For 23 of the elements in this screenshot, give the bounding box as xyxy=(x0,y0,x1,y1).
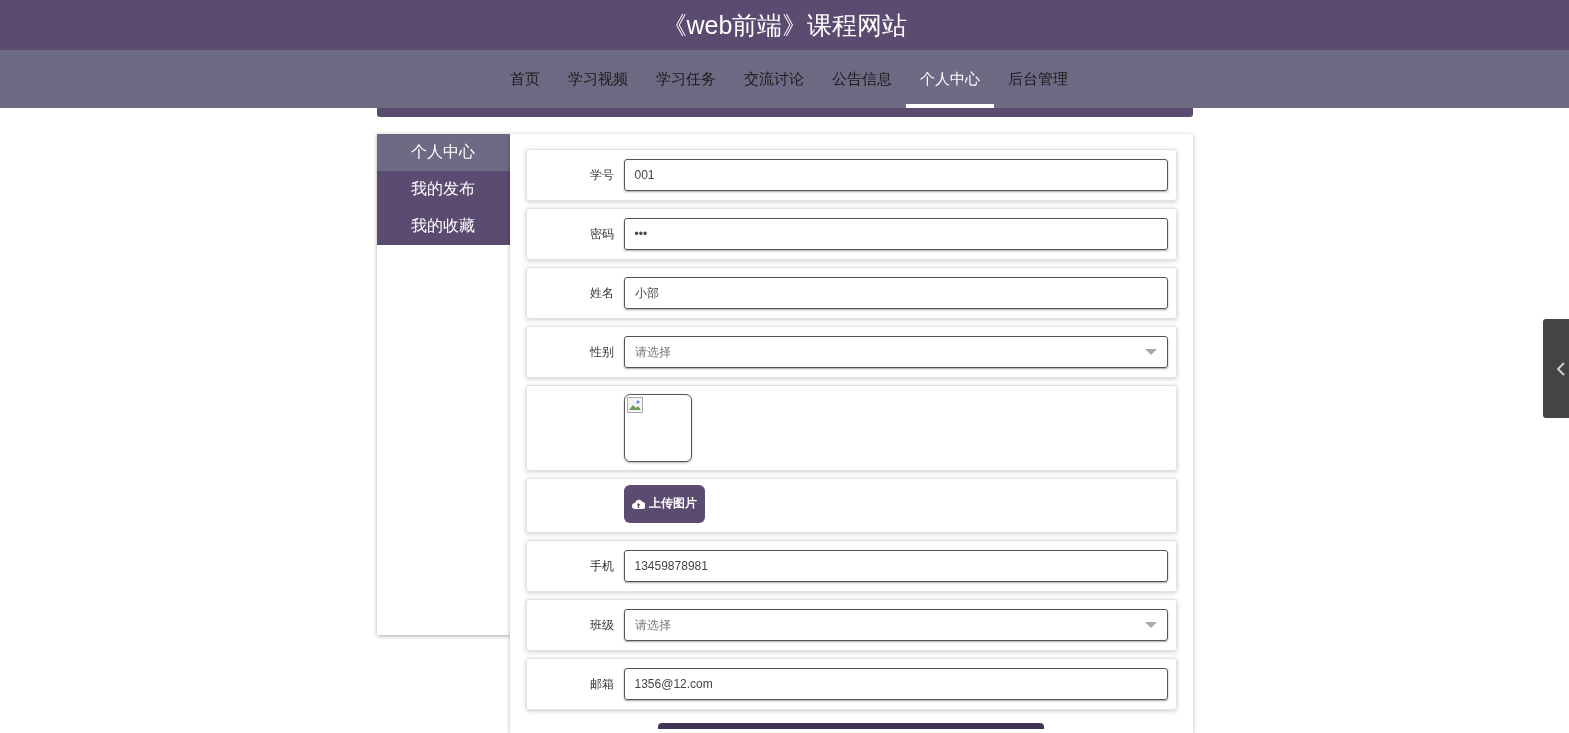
field-label: 密码 xyxy=(588,225,614,243)
nav-link[interactable]: 交流讨论 xyxy=(729,50,818,108)
field-label: 学号 xyxy=(588,166,614,184)
input-field[interactable]: 001 xyxy=(623,159,1168,191)
field-label: 姓名 xyxy=(588,284,614,302)
field-label: 性别 xyxy=(588,343,614,361)
field-label: 邮箱 xyxy=(588,675,614,693)
nav-link[interactable]: 后台管理 xyxy=(993,50,1082,108)
select-field[interactable]: 请选择 xyxy=(623,336,1168,368)
nav-link[interactable]: 学习视频 xyxy=(553,50,642,108)
nav-link[interactable]: 公告信息 xyxy=(817,50,906,108)
input-field[interactable]: 13459878981 xyxy=(623,550,1168,582)
field-label: 手机 xyxy=(588,557,614,575)
site-title: 《web前端》课程网站 xyxy=(661,9,908,41)
input-field[interactable]: 小部 xyxy=(623,277,1168,309)
nav-link[interactable]: 学习任务 xyxy=(641,50,730,108)
input-field[interactable]: ••• xyxy=(623,218,1168,250)
upload-button[interactable]: 上传图片 xyxy=(623,484,705,523)
input-field[interactable]: 1356@12.com xyxy=(623,668,1168,700)
select-field[interactable]: 请选择 xyxy=(623,609,1168,641)
nav-link[interactable]: 首页 xyxy=(495,50,554,108)
sidebar-item[interactable]: 个人中心 xyxy=(376,134,510,171)
field-label: 班级 xyxy=(588,616,614,634)
